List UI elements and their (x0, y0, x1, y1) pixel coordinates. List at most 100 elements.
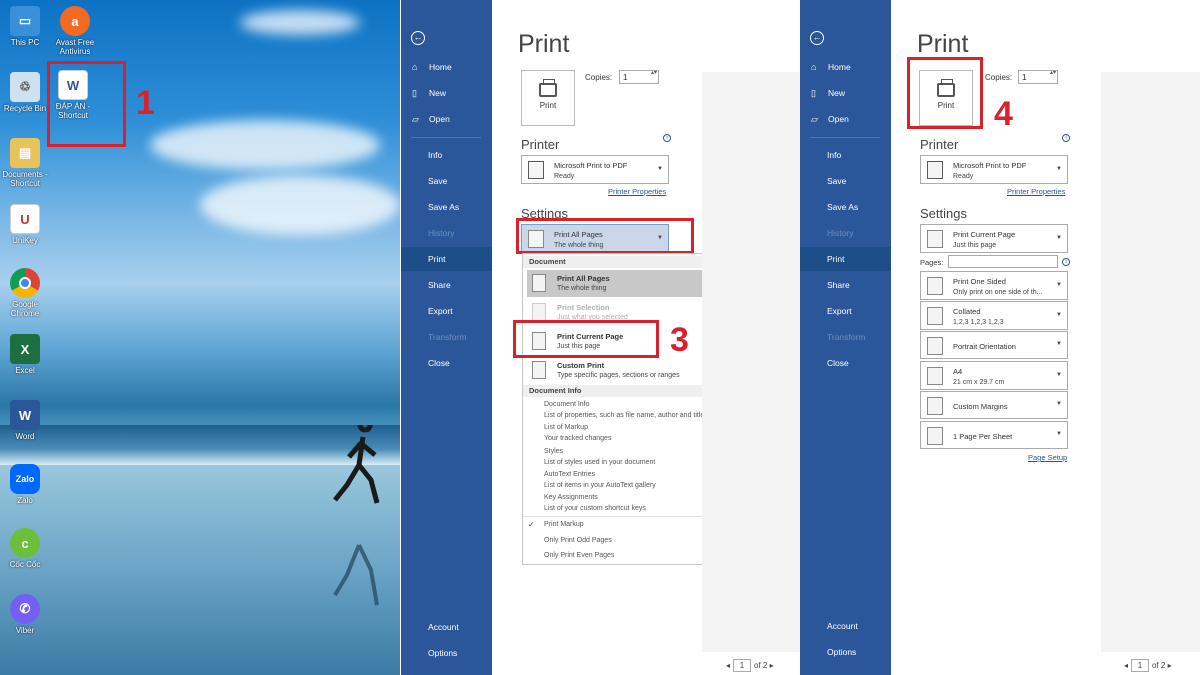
back-button[interactable]: ← (810, 31, 824, 45)
menu-option-print-all-pages[interactable]: Print All Pages The whole thing (527, 270, 723, 297)
menu-option-document-info[interactable]: Document Info (544, 400, 590, 409)
menu-option-key-assignments[interactable]: Key Assignments (544, 493, 598, 502)
pages-dropdown[interactable]: Print Current Page Just this page ▼ (920, 224, 1068, 253)
printer-ready-icon (927, 161, 943, 179)
info-icon[interactable]: i (663, 134, 671, 142)
sidebar-item-export[interactable]: Export (401, 299, 492, 323)
avast-icon: a (60, 6, 90, 36)
pages-dropdown-menu: Document Print All Pages The whole thing … (522, 253, 726, 565)
desktop-icon-google-chrome[interactable]: Google Chrome (0, 268, 50, 318)
menu-option-even-pages[interactable]: Only Print Even Pages (544, 551, 614, 560)
prev-page-icon[interactable]: ◂ (1124, 661, 1128, 670)
sidebar-item-options[interactable]: Options (800, 640, 891, 664)
word-icon: W (10, 400, 40, 430)
cloud (240, 10, 360, 35)
highlight-box-step-4 (907, 57, 983, 129)
prev-page-icon[interactable]: ◂ (726, 661, 730, 670)
step-number-4: 4 (994, 95, 1013, 133)
sidebar-item-save[interactable]: Save (401, 169, 492, 193)
copies-label: Copies: (985, 73, 1013, 82)
pages-input[interactable] (948, 255, 1058, 268)
desktop-icon-this-pc[interactable]: ▭ This PC (0, 6, 50, 47)
sidebar-item-save[interactable]: Save (800, 169, 891, 193)
printer-select[interactable]: Microsoft Print to PDF Ready ▼ (920, 155, 1068, 184)
printer-properties-link[interactable]: Printer Properties (608, 187, 666, 196)
sidebar-item-history: History (428, 228, 455, 238)
next-page-icon[interactable]: ▸ (1168, 661, 1172, 670)
sides-dropdown[interactable]: Print One Sided Only print on one side of… (920, 271, 1068, 300)
backstage-sidebar: ← ⌂ Home ▯ New ▱ Open Info Save Save As His… (401, 0, 492, 675)
copies-stepper[interactable]: 1 (619, 70, 659, 84)
orientation-dropdown[interactable]: Portrait Orientation ▼ (920, 331, 1068, 359)
sidebar-item-home[interactable]: ⌂ Home (401, 55, 492, 79)
desktop-icon-documents-shortcut[interactable]: ▤ Documents - Shortcut (0, 138, 50, 188)
sidebar-item-print[interactable]: Print (401, 247, 492, 271)
pages-icon (532, 274, 546, 292)
sidebar-item-close[interactable]: Close (401, 351, 492, 375)
desktop-icon-zalo[interactable]: Zalo Zalo (0, 464, 50, 505)
page-title: Print (518, 30, 570, 58)
menu-option-print-markup[interactable]: Print Markup (544, 520, 584, 529)
sidebar-item-print[interactable]: Print (800, 247, 891, 271)
page-setup-link[interactable]: Page Setup (1028, 453, 1067, 462)
print-button[interactable]: Print (521, 70, 575, 126)
menu-option-custom-print[interactable]: Custom Print Type specific pages, section… (527, 357, 723, 384)
sidebar-item-close[interactable]: Close (800, 351, 891, 375)
desktop-icon-viber[interactable]: ✆ Viber (0, 594, 50, 635)
arrow-left-icon: ← (413, 32, 423, 42)
backstage-sidebar: ← ⌂ Home ▯ New ▱ Open Info Save Save As His… (800, 0, 891, 675)
desktop-icon-coc-coc[interactable]: c Cốc Cốc (0, 528, 50, 569)
sidebar-item-info[interactable]: Info (401, 143, 492, 167)
page-number-input[interactable]: 1 (1131, 659, 1150, 672)
printer-select[interactable]: Microsoft Print to PDF Ready ▼ (521, 155, 669, 184)
sidebar-item-options[interactable]: Options (401, 641, 492, 665)
desktop-icon-avast[interactable]: a Avast Free Antivirus (50, 6, 100, 56)
unikey-icon: U (10, 204, 40, 234)
chevron-down-icon: ▼ (1056, 281, 1062, 288)
chevron-down-icon: ▼ (1056, 341, 1062, 347)
copies-stepper[interactable]: 1 (1018, 70, 1058, 84)
desktop-icon-excel[interactable]: X Excel (0, 334, 50, 375)
sidebar-item-home[interactable]: ⌂ Home (800, 55, 891, 79)
home-icon: ⌂ (412, 62, 418, 72)
sidebar-item-save-as[interactable]: Save As (800, 195, 891, 219)
info-icon[interactable]: i (1062, 258, 1070, 266)
menu-option-styles[interactable]: Styles (544, 447, 563, 456)
chevron-down-icon: ▼ (1056, 371, 1062, 378)
sidebar-item-new[interactable]: ▯ New (800, 81, 891, 105)
arrow-left-icon: ← (812, 32, 822, 42)
desktop-icon-unikey[interactable]: U UniKey (0, 204, 50, 245)
printer-properties-link[interactable]: Printer Properties (1007, 187, 1065, 196)
cloud (150, 120, 380, 170)
menu-option-autotext-entries[interactable]: AutoText Entries (544, 470, 595, 479)
sidebar-item-save-as[interactable]: Save As (401, 195, 492, 219)
sidebar-item-export[interactable]: Export (800, 299, 891, 323)
sidebar-item-info[interactable]: Info (800, 143, 891, 167)
back-button[interactable]: ← (411, 31, 425, 45)
sidebar-item-share[interactable]: Share (800, 273, 891, 297)
chevron-down-icon: ▼ (1056, 401, 1062, 407)
next-page-icon[interactable]: ▸ (770, 661, 774, 670)
custom-print-icon (532, 361, 546, 379)
sidebar-item-share[interactable]: Share (401, 273, 492, 297)
menu-option-odd-pages[interactable]: Only Print Odd Pages (544, 536, 612, 545)
step-number-3: 3 (670, 321, 689, 359)
sidebar-item-account[interactable]: Account (800, 614, 891, 638)
paper-size-dropdown[interactable]: A4 21 cm x 29.7 cm ▼ (920, 361, 1068, 390)
sidebar-item-new[interactable]: ▯ New (401, 81, 492, 105)
margins-icon (927, 397, 943, 415)
menu-option-list-of-markup[interactable]: List of Markup (544, 423, 588, 432)
collated-icon (927, 307, 943, 325)
sidebar-item-account[interactable]: Account (401, 615, 492, 639)
desktop-icon-word[interactable]: W Word (0, 400, 50, 441)
margins-dropdown[interactable]: Custom Margins ▼ (920, 391, 1068, 419)
sidebar-item-open[interactable]: ▱ Open (401, 107, 492, 131)
info-icon[interactable]: i (1062, 134, 1070, 142)
collation-dropdown[interactable]: Collated 1,2,3 1,2,3 1,2,3 ▼ (920, 301, 1068, 330)
viber-icon: ✆ (10, 594, 40, 624)
desktop-icon-recycle-bin[interactable]: ♲ Recycle Bin (0, 72, 50, 113)
sidebar-item-open[interactable]: ▱ Open (800, 107, 891, 131)
printer-heading: Printer (920, 137, 959, 152)
pages-per-sheet-dropdown[interactable]: 1 Page Per Sheet ▼ (920, 421, 1068, 449)
page-number-input[interactable]: 1 (733, 659, 752, 672)
